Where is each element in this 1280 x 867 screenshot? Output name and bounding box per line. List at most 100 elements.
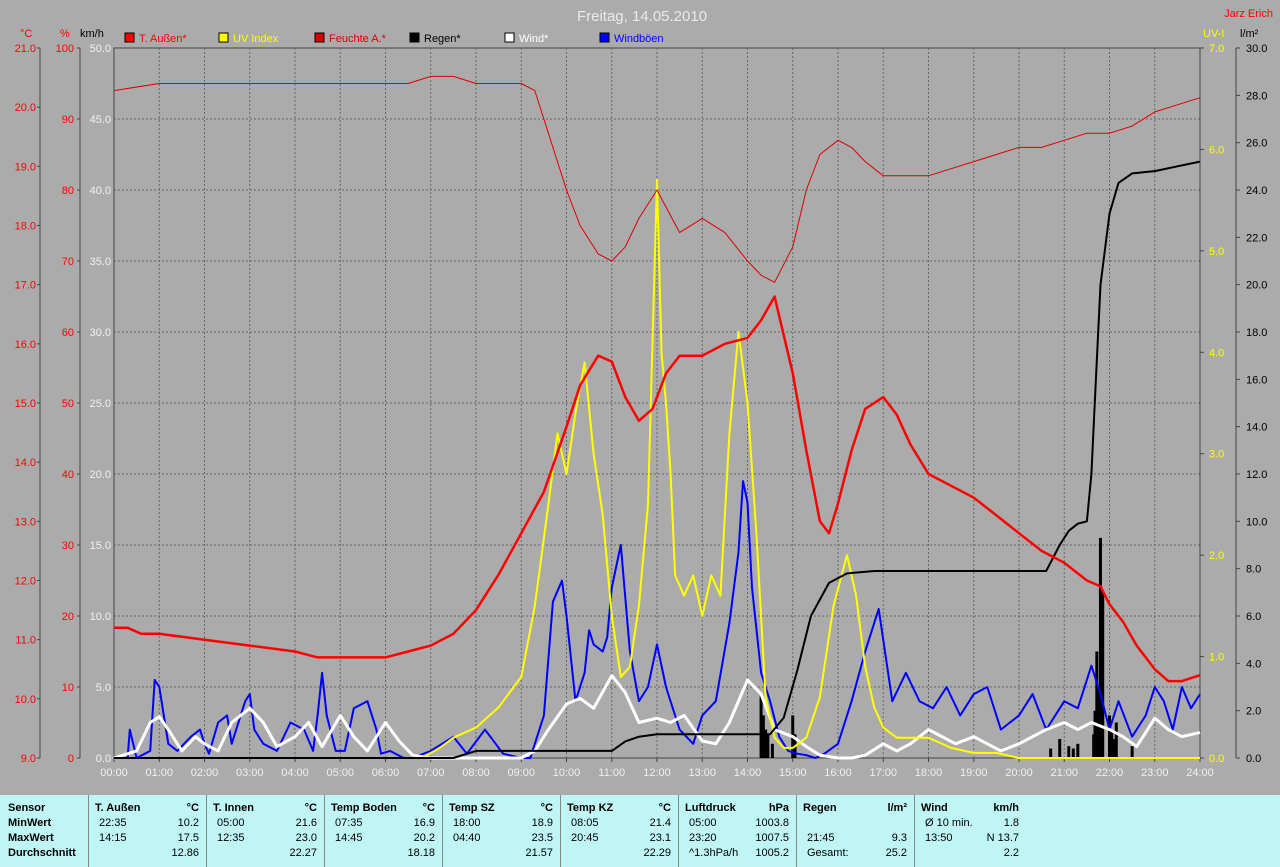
rain-tick-label: 30.0 <box>1246 43 1267 55</box>
x-tick-label: 13:00 <box>688 767 716 779</box>
wind-unit-label: km/h <box>80 28 104 40</box>
stats-group: Temp KZ °C 08:05 21.4 20:45 23.1 22.29 <box>560 795 679 867</box>
rain-tick-label: 28.0 <box>1246 90 1267 102</box>
humidity-tick-label: 90 <box>62 114 74 126</box>
chart-legend: T. Außen* UV Index Feuchte A.* Regen* Wind* W… <box>124 32 664 45</box>
humidity-tick-label: 40 <box>62 469 74 481</box>
stats-time: 04:40 <box>453 832 481 844</box>
wind-tick-label: 40.0 <box>90 185 111 197</box>
x-tick-label: 00:00 <box>100 767 128 779</box>
stats-value: 12.86 <box>171 847 199 859</box>
wind-tick-label: 15.0 <box>90 540 111 552</box>
rain-bar <box>1071 748 1075 758</box>
stats-group-unit: °C <box>658 802 671 814</box>
humidity-tick-label: 0 <box>68 753 74 765</box>
chart-grid <box>39 47 1237 759</box>
legend-swatch <box>124 32 135 43</box>
x-tick-label: 18:00 <box>915 767 943 779</box>
humidity-tick-label: 70 <box>62 256 74 268</box>
chart-title: Freitag, 14.05.2010 <box>577 8 707 25</box>
stats-row-labels: Sensor MinWert MaxWert Durchschnitt <box>0 795 88 867</box>
stats-group-title: T. Außen <box>95 802 141 814</box>
rain-tick-label: 0.0 <box>1246 753 1261 765</box>
temp-tick-label: 21.0 <box>15 43 36 55</box>
rain-bar <box>1114 722 1118 758</box>
stats-group-unit: l/m² <box>887 802 907 814</box>
temp-tick-label: 20.0 <box>15 102 36 114</box>
legend-swatch <box>314 32 325 43</box>
temp-tick-label: 10.0 <box>15 694 36 706</box>
rain-tick-label: 12.0 <box>1246 469 1267 481</box>
axis-ticks: 21.0 20.0 19.0 18.0 17.0 16.0 15.0 14.0 13.0 12.0… <box>15 43 1268 779</box>
temp-tick-label: 19.0 <box>15 161 36 173</box>
rain-tick-label: 20.0 <box>1246 280 1267 292</box>
x-tick-label: 16:00 <box>824 767 852 779</box>
stats-group-unit: °C <box>540 802 553 814</box>
rain-tick-label: 26.0 <box>1246 138 1267 150</box>
rain-tick-label: 2.0 <box>1246 706 1261 718</box>
stats-value: 21.4 <box>649 817 671 829</box>
stats-value: 18.18 <box>407 847 435 859</box>
rain-bar <box>1130 746 1134 758</box>
temp-tick-label: 13.0 <box>15 516 36 528</box>
stats-time: Ø 10 min. <box>925 817 973 829</box>
rain-tick-label: 22.0 <box>1246 232 1267 244</box>
rain-tick-label: 16.0 <box>1246 374 1267 386</box>
stats-group-unit: °C <box>186 802 199 814</box>
stats-value: 21.57 <box>525 847 553 859</box>
stats-time: 21:45 <box>807 832 835 844</box>
uv-tick-label: 1.0 <box>1209 652 1224 664</box>
humidity-tick-label: 100 <box>56 43 74 55</box>
stats-group: Temp Boden °C 07:35 16.9 14:45 20.2 18.18 <box>324 795 443 867</box>
stats-time: 07:35 <box>335 817 363 829</box>
temp-tick-label: 12.0 <box>15 576 36 588</box>
humidity-tick-label: 60 <box>62 327 74 339</box>
stats-value: 1003.8 <box>755 817 789 829</box>
plot-frame <box>113 47 1201 759</box>
temp-tick-label: 9.0 <box>21 753 36 765</box>
stats-group-title: T. Innen <box>213 802 254 814</box>
wind-tick-label: 30.0 <box>90 327 111 339</box>
stats-time: 08:05 <box>571 817 599 829</box>
stats-row-label: Sensor <box>8 802 46 814</box>
uv-tick-label: 6.0 <box>1209 144 1224 156</box>
wind-tick-label: 0.0 <box>96 753 111 765</box>
humidity-tick-label: 20 <box>62 611 74 623</box>
uv-tick-label: 4.0 <box>1209 347 1224 359</box>
stats-value: 20.2 <box>413 832 435 844</box>
rain-tick-label: 14.0 <box>1246 422 1267 434</box>
uv-tick-label: 0.0 <box>1209 753 1224 765</box>
x-tick-label: 01:00 <box>145 767 173 779</box>
temp-tick-label: 18.0 <box>15 221 36 233</box>
stats-time: 13:50 <box>925 832 953 844</box>
legend-label: Wind* <box>519 33 549 45</box>
stats-value: 16.9 <box>413 817 435 829</box>
stats-value: 18.9 <box>531 817 553 829</box>
humidity-tick-label: 10 <box>62 682 74 694</box>
stats-group: Regen l/m² 21:45 9.3 Gesamt: 25.2 <box>796 795 915 867</box>
x-tick-label: 20:00 <box>1005 767 1033 779</box>
stats-time: ^1.3hPa/h <box>689 847 739 859</box>
legend-swatch <box>599 32 610 43</box>
stats-time: 22:35 <box>99 817 127 829</box>
x-tick-label: 15:00 <box>779 767 807 779</box>
uv-unit-label: UV-I <box>1203 28 1224 40</box>
x-tick-label: 19:00 <box>960 767 988 779</box>
stats-group-title: Temp Boden <box>331 802 397 814</box>
uv-tick-label: 5.0 <box>1209 246 1224 258</box>
x-tick-label: 02:00 <box>191 767 219 779</box>
stats-time: 23:20 <box>689 832 717 844</box>
wind-tick-label: 45.0 <box>90 114 111 126</box>
rain-unit-label: l/m² <box>1240 28 1259 40</box>
stats-row-label: MaxWert <box>8 832 54 844</box>
stats-group-title: Regen <box>803 802 837 814</box>
stats-group-unit: km/h <box>993 802 1019 814</box>
stats-value: 25.2 <box>885 847 907 859</box>
stats-value: 23.0 <box>295 832 317 844</box>
legend-label: UV Index <box>233 33 279 45</box>
temp-tick-label: 17.0 <box>15 280 36 292</box>
rain-bar <box>770 743 774 758</box>
temp-tick-label: 14.0 <box>15 457 36 469</box>
rain-bar <box>1101 592 1105 758</box>
stats-value: 1005.2 <box>755 847 789 859</box>
